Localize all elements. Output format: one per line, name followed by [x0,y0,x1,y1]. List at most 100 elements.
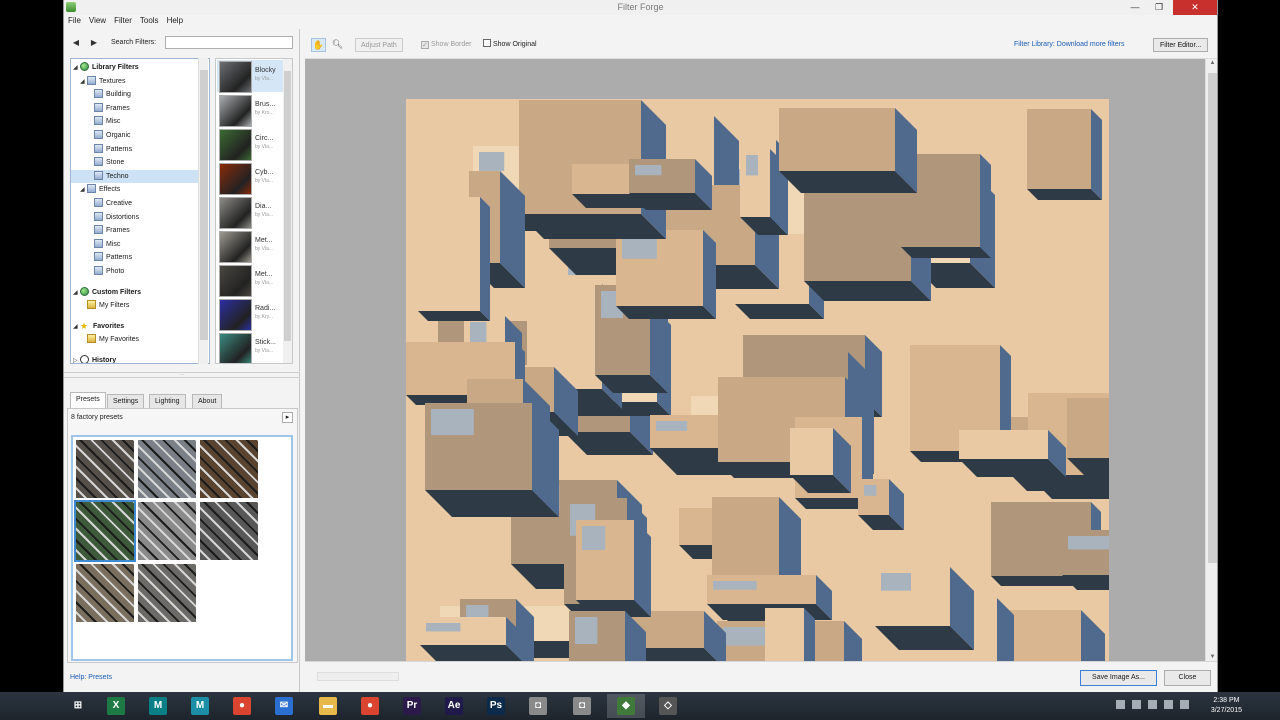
scroll-up-arrow-icon[interactable]: ▲ [1206,60,1217,66]
filter-list-item[interactable]: Circ... by Vla... [217,128,283,161]
tree-item-building[interactable]: Building [71,88,199,101]
minimize-button[interactable]: — [1123,0,1147,15]
tree-item-distortions[interactable]: Distortions [71,211,199,224]
tree-item-my-favorites[interactable]: My Favorites [71,333,199,346]
expand-open-icon[interactable]: ◢ [73,321,80,334]
preset-thumbnail[interactable] [200,502,258,560]
tree-item-frames[interactable]: Frames [71,102,199,115]
taskbar-photoshop-button[interactable]: Ps [477,694,515,718]
preview-vertical-scrollbar[interactable]: ▲ ▼ [1205,59,1217,661]
preset-thumbnail[interactable] [200,440,258,498]
preset-thumbnail[interactable] [76,440,134,498]
filter-list-item[interactable]: Brus... by Kro... [217,94,283,127]
preset-thumbnail[interactable] [138,440,196,498]
taskbar-app-pin-3-button[interactable]: ◇ [649,694,687,718]
show-original-checkbox[interactable]: Show Original [483,38,537,52]
volume-icon[interactable] [1164,700,1173,709]
filter-library-link[interactable]: Filter Library: Download more filters [1014,38,1124,52]
filter-preview-image[interactable] [406,99,1109,661]
save-image-as-button[interactable]: Save Image As... [1080,670,1157,686]
taskbar-chrome-button[interactable]: ● [223,694,261,718]
help-presets-link[interactable]: Help: Presets [70,674,112,681]
expand-open-icon[interactable]: ◢ [73,62,80,75]
taskbar-app-teal-1-button[interactable]: M [139,694,177,718]
tray-app-icon[interactable] [1132,700,1141,709]
filter-list-item[interactable]: Cyb... by Vla... [217,162,283,195]
taskbar-windows-start-button[interactable]: ⊞ [59,694,97,718]
network-icon[interactable] [1148,700,1157,709]
taskbar-filter-forge-button[interactable]: ◆ [607,694,645,718]
tree-item-frames[interactable]: Frames [71,224,199,237]
menu-file[interactable]: File [64,15,85,26]
tree-item-favorites[interactable]: ◢ ★ Favorites [71,320,199,333]
tree-item-history[interactable]: ▷ History [71,354,199,363]
taskbar-app-pin-2-button[interactable]: ◘ [563,694,601,718]
tree-item-patterns[interactable]: Patterns [71,143,199,156]
scroll-down-arrow-icon[interactable]: ▼ [1206,654,1217,660]
close-button[interactable]: Close [1164,670,1211,686]
preset-thumbnail[interactable] [138,502,196,560]
menu-view[interactable]: View [85,15,110,26]
tree-item-textures[interactable]: ◢ Textures [71,75,199,88]
taskbar-chrome-2-button[interactable]: ● [351,694,389,718]
tab-presets[interactable]: Presets [70,392,106,408]
close-window-button[interactable]: ✕ [1173,0,1217,15]
taskbar-mail-button[interactable]: ✉ [265,694,303,718]
filter-list-item[interactable]: Radi... by Kry... [217,298,283,331]
preview-canvas-area[interactable] [305,59,1214,661]
taskbar-app-teal-2-button[interactable]: M [181,694,219,718]
tree-item-stone[interactable]: Stone [71,156,199,169]
menu-tools[interactable]: Tools [136,15,163,26]
forward-arrow-icon[interactable]: ▶ [88,36,100,50]
tree-item-photo[interactable]: Photo [71,265,199,278]
adjust-path-button[interactable]: Adjust Path [355,38,403,52]
preset-thumbnail[interactable] [74,500,136,562]
preview-scrollbar-thumb[interactable] [1208,73,1217,563]
tree-item-techno[interactable]: Techno [71,169,199,183]
preset-thumbnail[interactable] [76,564,134,622]
taskbar-app-pin-1-button[interactable]: ◘ [519,694,557,718]
menu-filter[interactable]: Filter [110,15,136,26]
panel-splitter[interactable]: ⋯ [64,372,300,378]
expand-closed-icon[interactable]: ▷ [73,355,80,363]
back-arrow-icon[interactable]: ◀ [70,36,82,50]
expand-open-icon[interactable]: ◢ [73,287,80,300]
tree-item-custom-filters[interactable]: ◢ Custom Filters [71,286,199,299]
tree-scrollbar[interactable] [198,58,208,364]
filter-list-item[interactable]: Stick... by Vla... [217,332,283,363]
filter-list-item[interactable]: Dia... by Vla... [217,196,283,229]
tab-about[interactable]: About [192,394,223,408]
preset-menu-arrow-icon[interactable]: ▸ [282,412,293,423]
tab-lighting[interactable]: Lighting [149,394,186,408]
tray-arrow-icon[interactable] [1116,700,1125,709]
taskbar-after-effects-button[interactable]: Ae [435,694,473,718]
search-filters-input[interactable] [165,36,293,49]
tree-item-patterns[interactable]: Patterns [71,251,199,264]
taskbar-file-explorer-button[interactable]: ▬ [309,694,347,718]
expand-open-icon[interactable]: ◢ [80,76,87,89]
tree-scrollbar-thumb[interactable] [200,70,208,340]
maximize-button[interactable]: ❐ [1147,0,1171,15]
zoom-tool-icon[interactable]: 🔍︎ [330,38,345,52]
filter-list-scrollbar-thumb[interactable] [284,71,291,341]
tree-item-effects[interactable]: ◢ Effects [71,183,199,196]
clock[interactable]: 2:38 PM 3/27/2015 [1211,696,1242,716]
tree-item-library-filters[interactable]: ◢ Library Filters [71,61,199,74]
filter-list-item[interactable]: Met... by Vla... [217,264,283,297]
filter-editor-button[interactable]: Filter Editor... [1153,38,1209,52]
hand-tool-icon[interactable]: ✋ [311,38,326,52]
flag-icon[interactable] [1180,700,1189,709]
tab-settings[interactable]: Settings [107,394,145,408]
tree-item-misc[interactable]: Misc [71,115,199,128]
tree-item-my-filters[interactable]: My Filters [71,299,199,312]
taskbar-excel-button[interactable]: X [97,694,135,718]
preset-thumbnail[interactable] [138,564,196,622]
filter-list-scrollbar[interactable] [283,59,292,363]
tree-item-organic[interactable]: Organic [71,129,199,142]
expand-open-icon[interactable]: ◢ [80,184,87,197]
taskbar-premiere-button[interactable]: Pr [393,694,431,718]
filter-list-item[interactable]: Met... by Vla... [217,230,283,263]
menu-help[interactable]: Help [163,15,187,26]
tree-item-misc[interactable]: Misc [71,238,199,251]
filter-list-item[interactable]: Blocky by Vla... [217,60,283,93]
